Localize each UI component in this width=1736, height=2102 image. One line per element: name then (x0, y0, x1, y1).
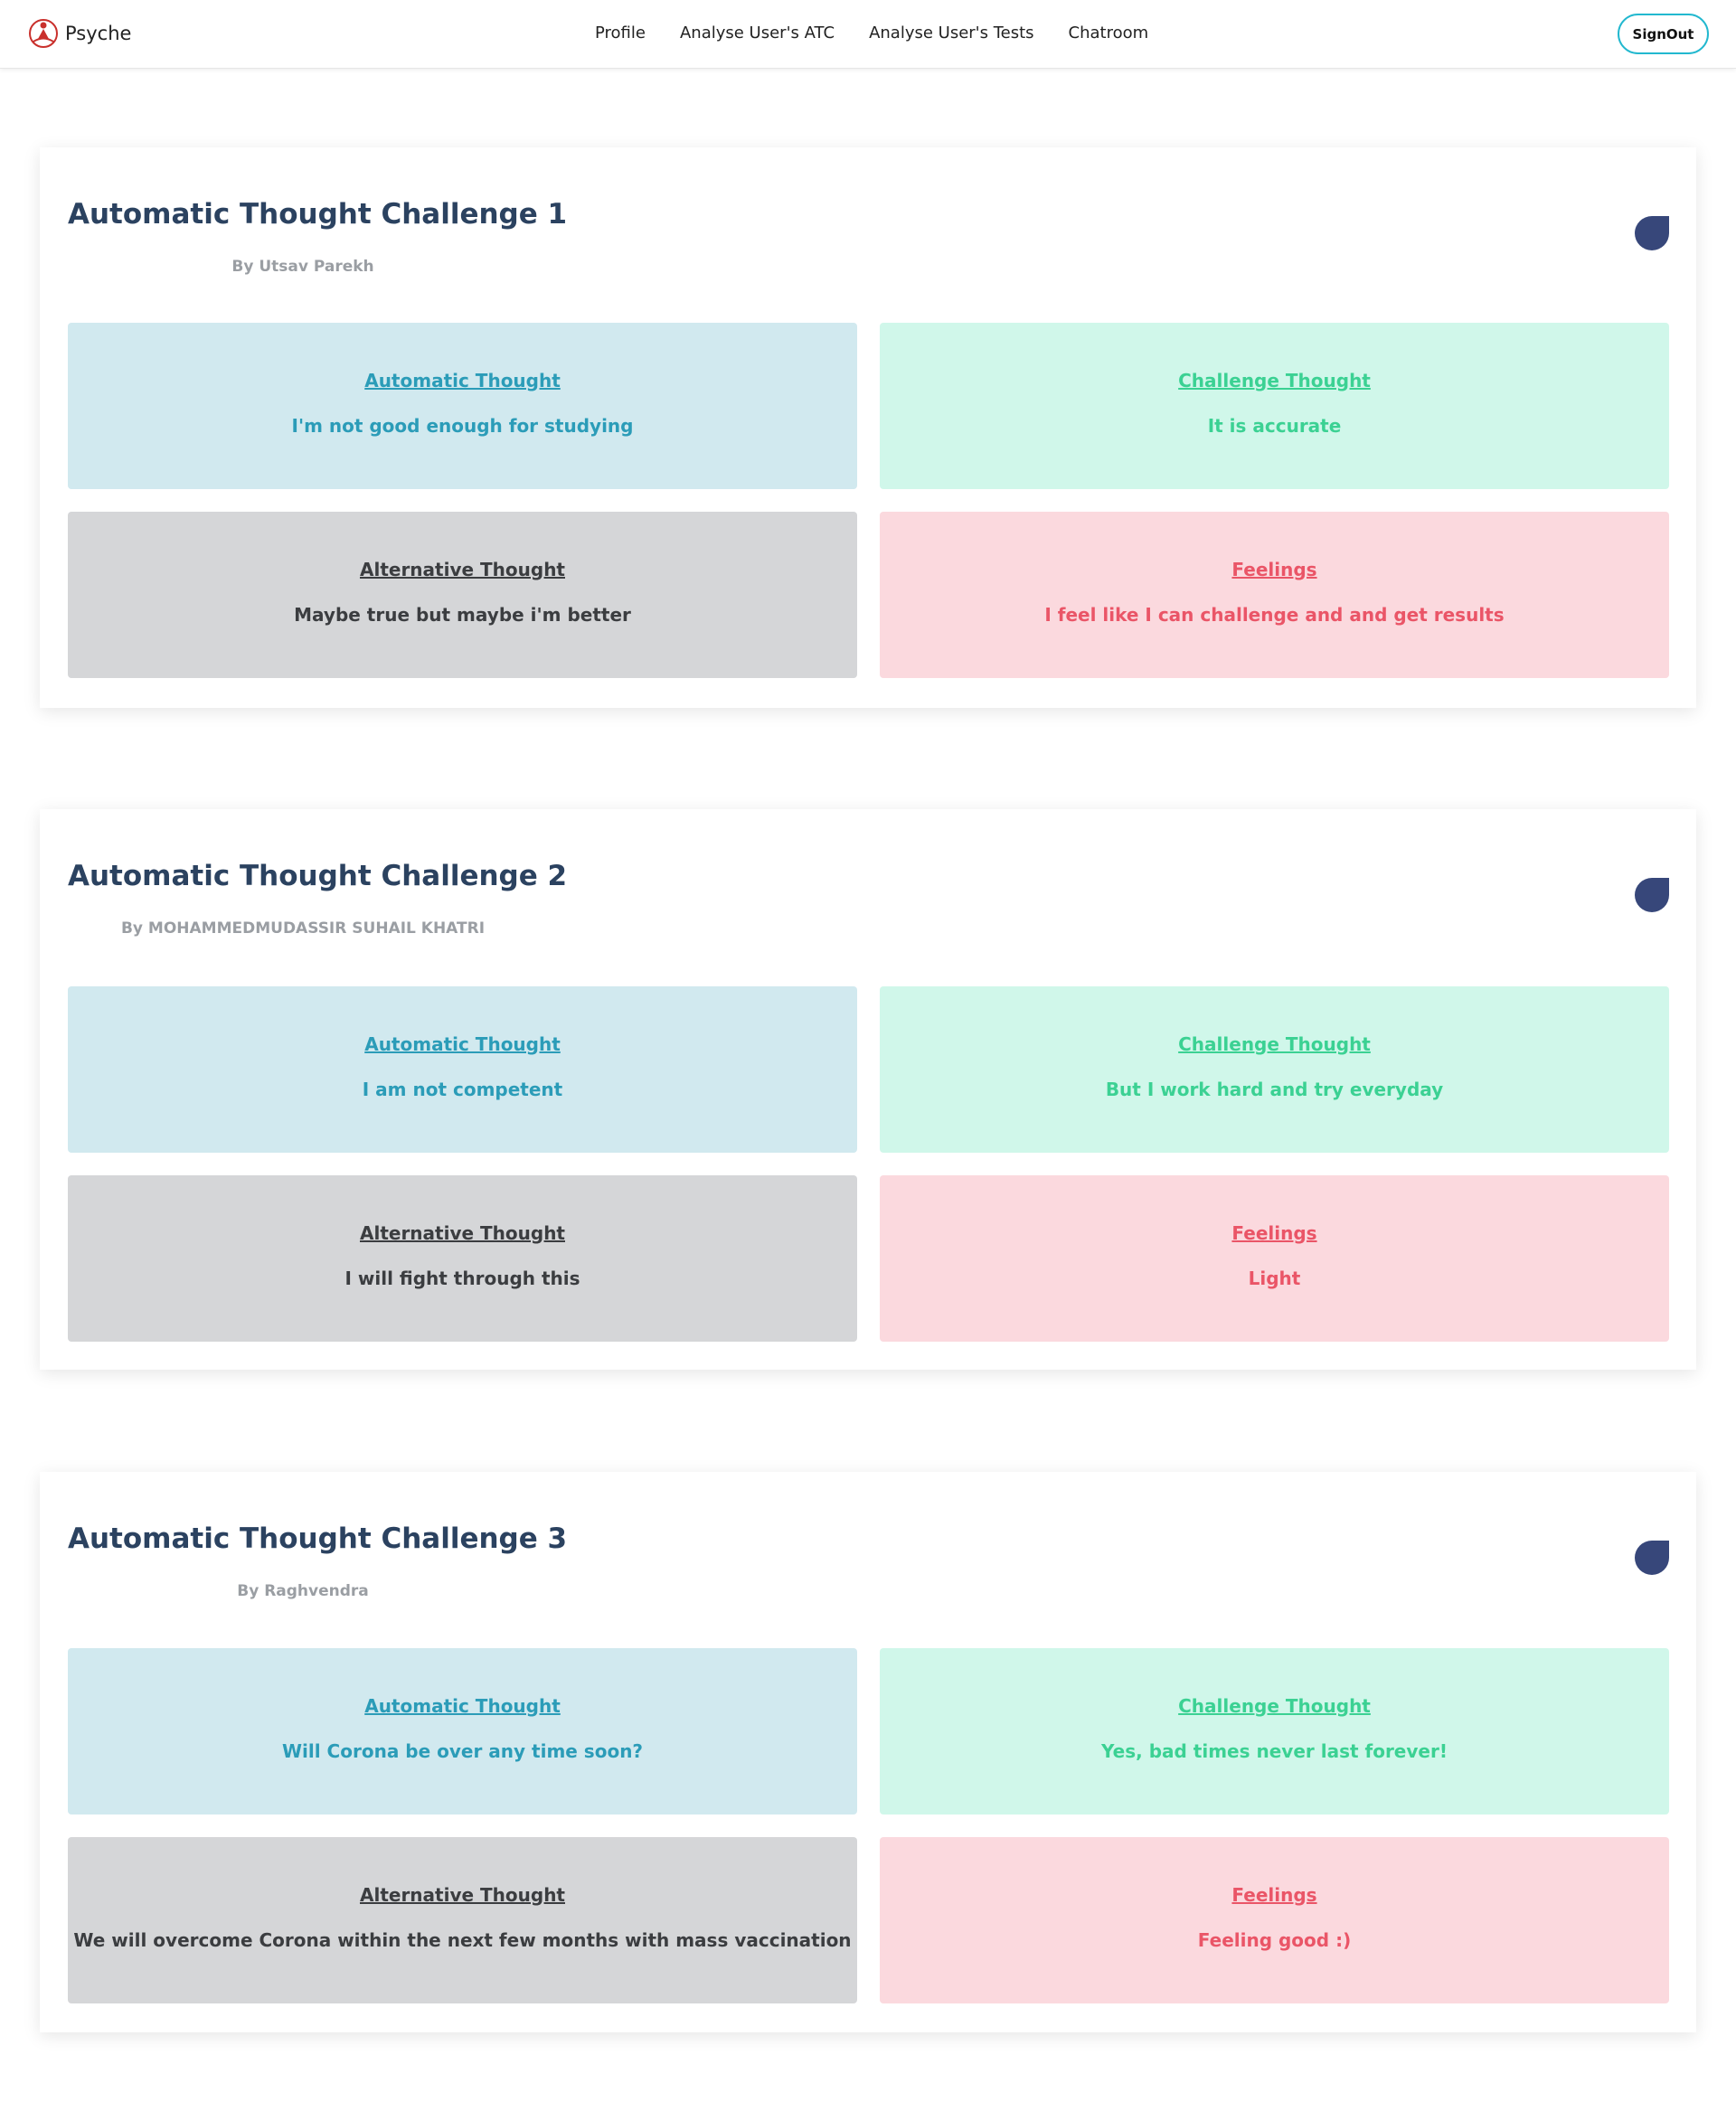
top-navbar: Psyche Profile Analyse User's ATC Analys… (0, 0, 1736, 69)
alternative-thought-value: We will overcome Corona within the next … (73, 1929, 852, 1951)
alternative-thought-label: Alternative Thought (359, 559, 565, 580)
automatic-thought-label: Automatic Thought (364, 1695, 561, 1717)
psyche-logo-icon (27, 17, 60, 50)
feelings-label: Feelings (1231, 1884, 1317, 1906)
automatic-thought-box: Automatic Thought I'm not good enough fo… (68, 323, 857, 489)
challenge-thought-box: Challenge Thought Yes, bad times never l… (880, 1648, 1669, 1815)
automatic-thought-label: Automatic Thought (364, 370, 561, 391)
card-title: Automatic Thought Challenge 3 (68, 1522, 568, 1555)
challenge-thought-box: Challenge Thought But I work hard and tr… (880, 986, 1669, 1153)
card-title: Automatic Thought Challenge 2 (68, 860, 568, 892)
alternative-thought-label: Alternative Thought (359, 1222, 565, 1244)
card-marker-icon (1635, 878, 1669, 912)
nav-link-profile[interactable]: Profile (595, 24, 646, 42)
signout-button[interactable]: SignOut (1618, 14, 1709, 54)
automatic-thought-box: Automatic Thought I am not competent (68, 986, 857, 1153)
brand[interactable]: Psyche (27, 17, 131, 50)
challenge-thought-label: Challenge Thought (1178, 1033, 1371, 1055)
alternative-thought-box: Alternative Thought Maybe true but maybe… (68, 512, 857, 678)
card-author: By MOHAMMEDMUDASSIR SUHAIL KHATRI (120, 919, 486, 938)
automatic-thought-value: I'm not good enough for studying (291, 415, 634, 437)
card-author: By Utsav Parekh (231, 258, 374, 276)
alternative-thought-label: Alternative Thought (359, 1884, 565, 1906)
nav-link-analyse-tests[interactable]: Analyse User's Tests (869, 24, 1033, 42)
alternative-thought-value: I will fight through this (344, 1268, 580, 1289)
automatic-thought-value: I am not competent (362, 1079, 563, 1100)
feelings-label: Feelings (1231, 559, 1317, 580)
card-title: Automatic Thought Challenge 1 (68, 198, 568, 231)
brand-name: Psyche (65, 23, 132, 44)
card-marker-icon (1635, 1541, 1669, 1575)
nav-links: Profile Analyse User's ATC Analyse User'… (595, 24, 1183, 42)
feelings-value: Light (1248, 1268, 1301, 1289)
challenge-thought-label: Challenge Thought (1178, 370, 1371, 391)
card-marker-icon (1635, 216, 1669, 250)
nav-link-analyse-atc[interactable]: Analyse User's ATC (680, 24, 835, 42)
card-author: By Raghvendra (237, 1582, 369, 1600)
alternative-thought-value: Maybe true but maybe i'm better (294, 604, 631, 626)
challenge-thought-label: Challenge Thought (1178, 1695, 1371, 1717)
automatic-thought-box: Automatic Thought Will Corona be over an… (68, 1648, 857, 1815)
feelings-box: Feelings I feel like I can challenge and… (880, 512, 1669, 678)
challenge-thought-value: But I work hard and try everyday (1105, 1079, 1444, 1100)
feelings-box: Feelings Feeling good :) (880, 1837, 1669, 2003)
nav-link-chatroom[interactable]: Chatroom (1069, 24, 1149, 42)
feelings-box: Feelings Light (880, 1175, 1669, 1342)
automatic-thought-value: Will Corona be over any time soon? (281, 1740, 644, 1762)
feelings-value: Feeling good :) (1197, 1929, 1352, 1951)
atc-card: Automatic Thought Challenge 3 By Raghven… (40, 1472, 1696, 2032)
challenge-thought-value: Yes, bad times never last forever! (1101, 1740, 1448, 1762)
alternative-thought-box: Alternative Thought I will fight through… (68, 1175, 857, 1342)
automatic-thought-label: Automatic Thought (364, 1033, 561, 1055)
atc-card: Automatic Thought Challenge 2 By MOHAMME… (40, 809, 1696, 1370)
challenge-thought-value: It is accurate (1207, 415, 1342, 437)
feelings-label: Feelings (1231, 1222, 1317, 1244)
feelings-value: I feel like I can challenge and and get … (1044, 604, 1505, 626)
atc-card: Automatic Thought Challenge 1 By Utsav P… (40, 147, 1696, 708)
alternative-thought-box: Alternative Thought We will overcome Cor… (68, 1837, 857, 2003)
challenge-thought-box: Challenge Thought It is accurate (880, 323, 1669, 489)
